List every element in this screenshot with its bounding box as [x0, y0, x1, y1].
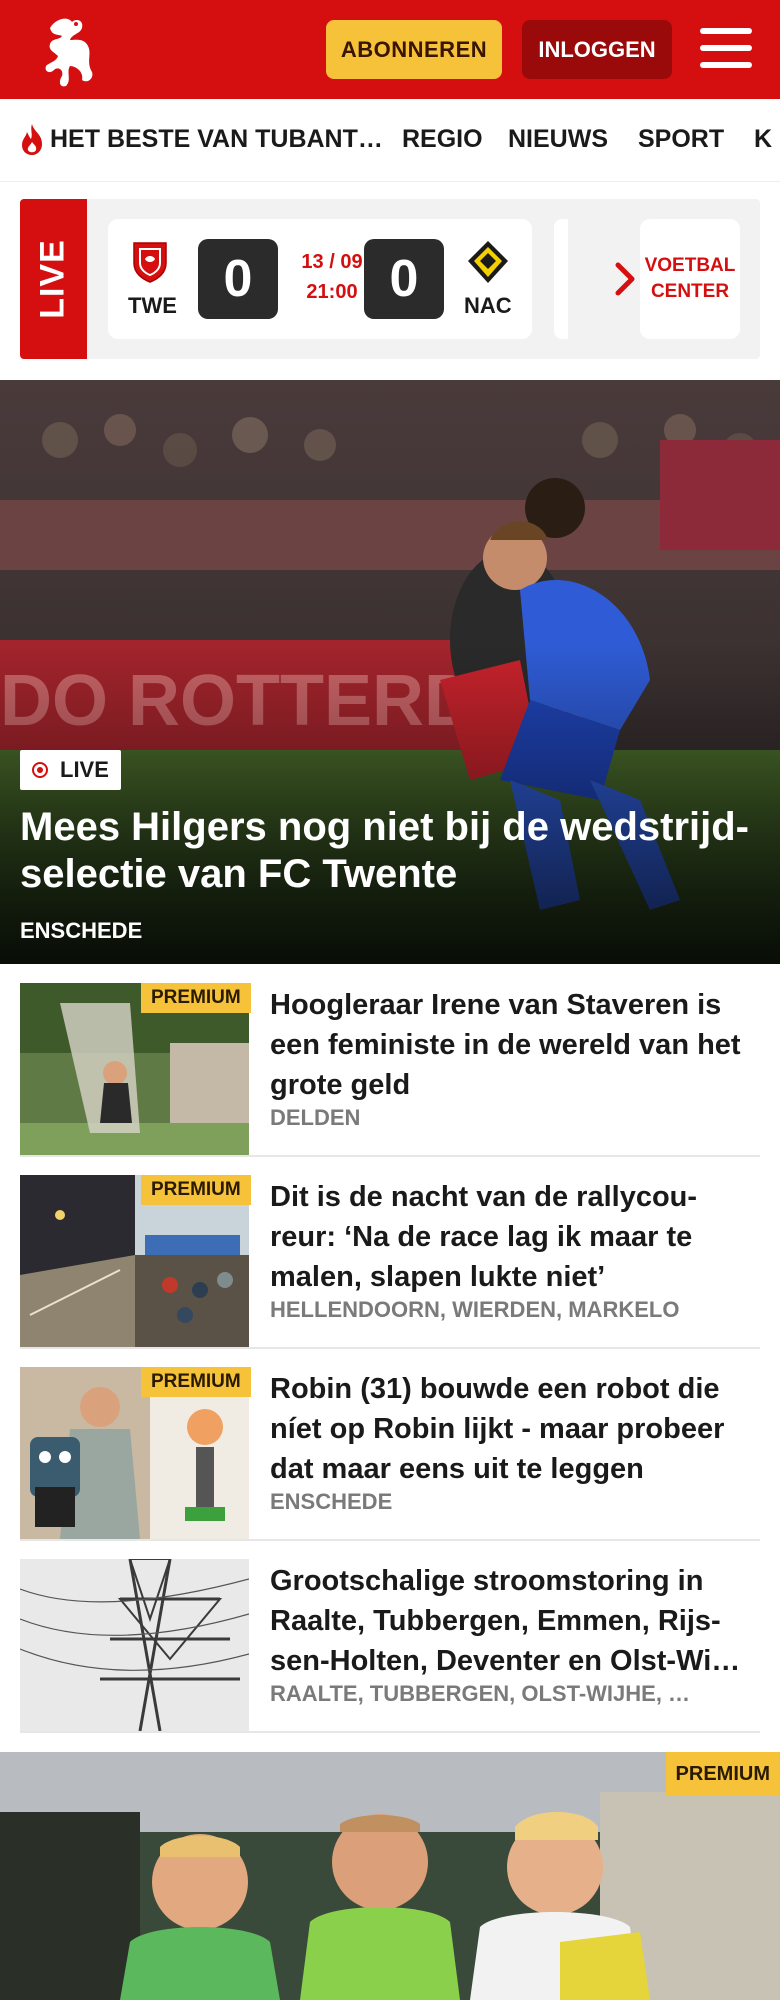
nac-breda-crest-icon: [468, 241, 508, 283]
article-item[interactable]: Grootschalige stroomstoring in Raalte, T…: [20, 1559, 760, 1733]
match-card[interactable]: TWE 0 13 / 09 21:00 0 NAC: [108, 219, 532, 339]
chevron-right-icon[interactable]: [610, 259, 640, 299]
home-score: 0: [198, 239, 278, 319]
premium-badge: PREMIUM: [141, 983, 251, 1013]
away-score: 0: [364, 239, 444, 319]
away-team-code: NAC: [464, 293, 512, 318]
live-tab-label: LIVE: [33, 239, 72, 319]
premium-badge: PREMIUM: [665, 1752, 780, 1796]
article-place: RAALTE, TUBBERGEN, OLST-WIJHE, …: [270, 1681, 691, 1706]
article-item[interactable]: PREMIUM Dit is de nacht van de rallycou-…: [20, 1175, 760, 1349]
home-team-code: TWE: [128, 293, 177, 318]
article-title[interactable]: Hoogleraar Irene van Staveren is een fem…: [270, 985, 760, 1105]
premium-badge: PREMIUM: [141, 1367, 251, 1397]
live-badge-label: LIVE: [60, 757, 109, 782]
nav-item-best-of[interactable]: HET BESTE VAN TUBANT…: [50, 125, 383, 154]
voetbal-center-label-2: CENTER: [650, 281, 730, 302]
article-place: ENSCHEDE: [270, 1489, 393, 1514]
premium-badge: PREMIUM: [141, 1175, 251, 1205]
live-tab[interactable]: LIVE: [20, 199, 87, 359]
hero-title[interactable]: Mees Hilgers nog niet bij de wedstrijd-s…: [20, 804, 760, 898]
nav-item-sport[interactable]: SPORT: [638, 125, 724, 154]
nav-item-nieuws[interactable]: NIEUWS: [508, 125, 608, 154]
feature-article[interactable]: PREMIUM: [0, 1752, 780, 2000]
nav-item-cut[interactable]: K: [754, 125, 772, 154]
article-title[interactable]: Dit is de nacht van de rallycou-reur: ‘N…: [270, 1177, 760, 1297]
article-place: DELDEN: [270, 1105, 361, 1130]
match-date: 13 / 09: [301, 251, 363, 273]
match-time: 21:00: [306, 281, 358, 303]
article-thumbnail: [20, 1559, 249, 1731]
voetbal-center-link[interactable]: VOETBAL CENTER: [640, 219, 740, 339]
match-datetime: 13 / 09 21:00: [292, 247, 372, 307]
article-place: HELLENDOORN, WIERDEN, MARKELO: [270, 1297, 680, 1322]
feature-photo: [0, 1752, 780, 2000]
article-item[interactable]: PREMIUM Hoogleraar Irene van Staveren is…: [20, 983, 760, 1157]
voetbal-center-label-1: VOETBAL: [644, 255, 736, 276]
category-nav: HET BESTE VAN TUBANT… REGIO NIEUWS SPORT…: [0, 99, 780, 182]
live-dot-icon: [32, 762, 48, 778]
subscribe-button[interactable]: ABONNEREN: [326, 20, 502, 79]
article-title[interactable]: Grootschalige stroomstoring in Raalte, T…: [270, 1561, 760, 1681]
tubantia-horse-logo[interactable]: [36, 10, 106, 90]
article-item[interactable]: PREMIUM Robin (31) bouwde een robot die …: [20, 1367, 760, 1541]
menu-icon[interactable]: [700, 28, 752, 70]
article-title[interactable]: Robin (31) bouwde een robot die níet op …: [270, 1369, 760, 1489]
live-badge: LIVE: [20, 750, 121, 790]
login-button[interactable]: INLOGGEN: [522, 20, 672, 79]
flame-icon: [22, 124, 42, 155]
live-score-widget: LIVE TWE 0 13 / 09 21:00 0 NAC VOETBAL C…: [20, 199, 760, 359]
fc-twente-crest-icon: [133, 242, 167, 283]
next-match-card-peek[interactable]: [554, 219, 568, 339]
hero-place: ENSCHEDE: [20, 918, 143, 943]
nav-item-regio[interactable]: REGIO: [402, 125, 483, 154]
top-header: ABONNEREN INLOGGEN: [0, 0, 780, 99]
hero-article[interactable]: DO ROTTERDAM LIVE Mees Hilgers nog niet …: [0, 380, 780, 964]
